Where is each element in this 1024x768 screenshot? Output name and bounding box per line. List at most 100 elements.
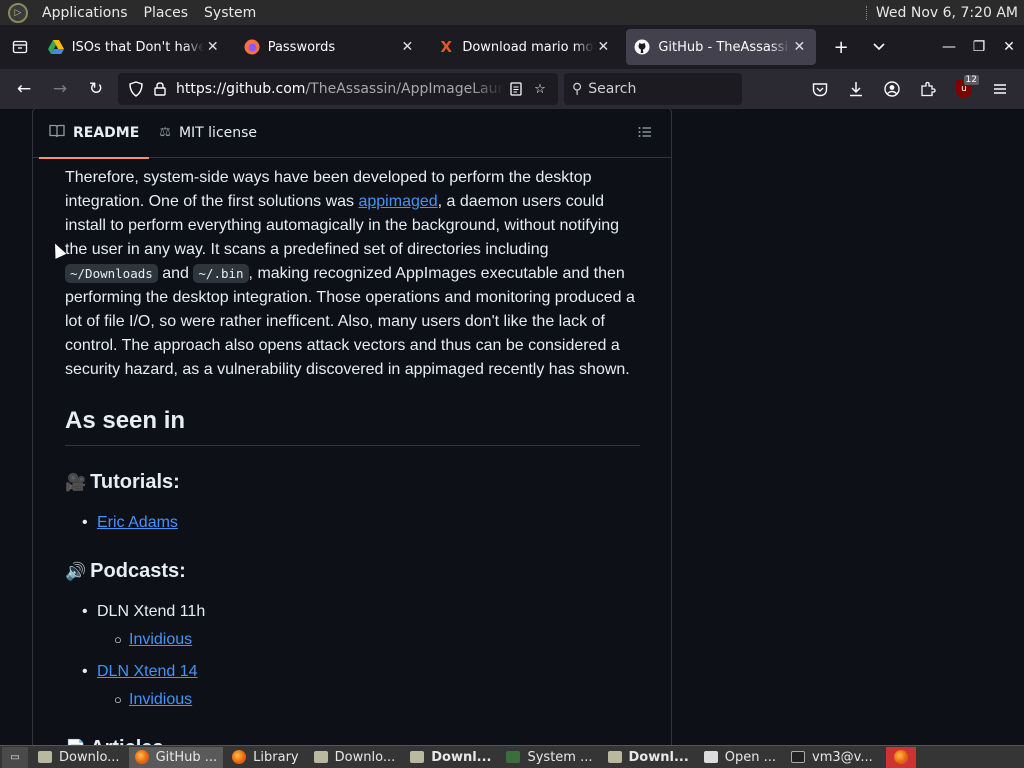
pocket-button[interactable] <box>802 73 838 105</box>
taskbar-item-downloads[interactable]: Downlo... <box>32 747 126 768</box>
close-tab-icon[interactable]: ✕ <box>790 39 808 55</box>
restore-button[interactable]: ❐ <box>964 29 994 65</box>
gnome-logo-icon[interactable]: ▷ <box>8 2 28 23</box>
forward-button[interactable]: → <box>42 73 78 105</box>
places-menu[interactable]: Places <box>136 5 197 21</box>
bin-path-code: ~/.bin <box>193 264 249 283</box>
close-tab-icon[interactable]: ✕ <box>594 39 612 55</box>
podcasts-heading: 🔊 Podcasts: <box>65 559 640 584</box>
ublock-button[interactable]: u 12 <box>946 73 982 105</box>
tab-passwords[interactable]: Passwords ✕ <box>236 29 425 65</box>
list-item: Invidious <box>97 688 640 712</box>
taskbar-item-open[interactable]: Open ... <box>698 747 782 768</box>
back-button[interactable]: ← <box>6 73 42 105</box>
list-item: Invidious <box>97 628 640 652</box>
close-tab-icon[interactable]: ✕ <box>398 39 416 55</box>
minimize-icon: — <box>942 39 957 55</box>
taskbar-item-downloads[interactable]: Downl... <box>404 747 497 768</box>
taskbar-item-system-monitor[interactable]: System ... <box>500 747 598 768</box>
bookmark-star-icon[interactable]: ☆ <box>528 77 552 101</box>
applications-menu[interactable]: Applications <box>34 5 136 21</box>
tab-isos[interactable]: ISOs that Don't haven't ✕ <box>40 29 230 65</box>
minimize-button[interactable]: — <box>934 29 964 65</box>
url-text[interactable]: https://github.com/TheAssassin/AppImageL… <box>176 81 504 97</box>
folder-icon <box>38 751 52 763</box>
taskbar-label: Downl... <box>628 749 689 765</box>
app-menu-button[interactable] <box>982 73 1018 105</box>
taskbar: ▭ Downlo... GitHub ... Library Downlo...… <box>0 745 1024 768</box>
readme-tab-label: README <box>73 124 140 141</box>
navigation-bar: ← → ↻ https://github.com/TheAssassin/App… <box>0 69 1024 109</box>
text: and <box>157 265 194 282</box>
plus-icon: + <box>833 36 849 58</box>
scale-icon: ⚖ <box>159 125 171 140</box>
appimaged-link[interactable]: appimaged <box>358 193 437 210</box>
search-placeholder: Search <box>588 81 637 97</box>
podcast-link[interactable]: DLN Xtend 14 <box>97 663 198 680</box>
desktop-icon: ▭ <box>10 751 20 763</box>
search-bar[interactable]: ⚲ Search <box>564 73 742 105</box>
taskbar-label: vm3@v... <box>812 749 873 765</box>
close-tab-icon[interactable]: ✕ <box>204 39 222 55</box>
url-bar[interactable]: https://github.com/TheAssassin/AppImageL… <box>118 73 558 105</box>
account-button[interactable] <box>874 73 910 105</box>
close-icon: ✕ <box>1003 39 1015 55</box>
chevron-down-icon <box>873 43 885 51</box>
taskbar-label: Open ... <box>724 749 777 765</box>
speaker-icon: 🔊 <box>65 562 87 581</box>
sublist: Invidious <box>97 628 640 652</box>
sublist: Invidious <box>97 688 640 712</box>
downloads-button[interactable] <box>838 73 874 105</box>
tutorial-link[interactable]: Eric Adams <box>97 514 178 531</box>
show-desktop-button[interactable]: ▭ <box>2 746 28 768</box>
taskbar-label: Downlo... <box>59 749 120 765</box>
close-window-button[interactable]: ✕ <box>994 29 1024 65</box>
tab-download-mario[interactable]: X Download mario movie ✕ <box>430 29 620 65</box>
invidious-link[interactable]: Invidious <box>129 631 192 648</box>
panel-grip <box>865 5 870 20</box>
taskbar-item-downloads[interactable]: Downl... <box>602 747 695 768</box>
folder-icon <box>607 751 622 763</box>
articles-heading-text: Articles <box>90 737 163 745</box>
readme-tab-bar: README ⚖ MIT license <box>33 109 671 159</box>
extensions-button[interactable] <box>910 73 946 105</box>
list-item: DLN Xtend 14 Invidious <box>65 660 640 712</box>
firefox-view-button[interactable] <box>0 25 40 69</box>
list-all-tabs-button[interactable] <box>860 29 898 65</box>
firefox-icon <box>134 750 149 764</box>
clock[interactable]: Wed Nov 6, 7:20 AM <box>876 5 1018 21</box>
google-drive-icon <box>47 39 64 55</box>
taskbar-item-library[interactable]: Library <box>226 747 304 768</box>
lock-icon[interactable] <box>148 77 172 101</box>
tab-github[interactable]: GitHub - TheAssassin/AppImageLauncher ✕ <box>626 29 817 65</box>
license-tab[interactable]: ⚖ MIT license <box>149 109 267 158</box>
reader-view-icon[interactable] <box>504 77 528 101</box>
system-menu[interactable]: System <box>196 5 264 21</box>
firefox-icon <box>232 750 247 764</box>
articles-heading: 📄Articles <box>65 736 640 745</box>
top-panel: ▷ Applications Places System Wed Nov 6, … <box>0 0 1024 25</box>
shield-icon[interactable] <box>124 77 148 101</box>
firefox-tray-button[interactable] <box>885 746 916 768</box>
tab-bar: ISOs that Don't haven't ✕ Passwords ✕ X … <box>0 25 1024 69</box>
arrow-left-icon: ← <box>16 79 32 99</box>
system-monitor-icon <box>506 751 521 763</box>
as-seen-in-heading: As seen in <box>65 406 640 446</box>
new-tab-button[interactable]: + <box>822 29 860 65</box>
taskbar-label: Library <box>253 749 299 765</box>
toolbar-right: u 12 <box>802 73 1024 105</box>
invidious-link[interactable]: Invidious <box>129 691 192 708</box>
taskbar-item-downloads[interactable]: Downlo... <box>308 747 402 768</box>
readme-body: Therefore, system-side ways have been de… <box>65 166 640 745</box>
folder-icon <box>313 751 328 763</box>
downloads-path-code: ~/Downloads <box>65 264 158 283</box>
tutorials-heading-text: Tutorials: <box>90 471 180 493</box>
readme-tab[interactable]: README <box>39 109 150 159</box>
taskbar-item-terminal[interactable]: vm3@v... <box>785 747 879 768</box>
url-path: /TheAssassin/AppImageLauncher <box>305 81 504 97</box>
reload-button[interactable]: ↻ <box>78 73 114 105</box>
podcast-title: DLN Xtend 11h <box>97 603 206 620</box>
taskbar-item-github[interactable]: GitHub ... <box>128 746 224 768</box>
outline-button[interactable] <box>635 122 655 142</box>
taskbar-label: Downlo... <box>334 749 396 765</box>
